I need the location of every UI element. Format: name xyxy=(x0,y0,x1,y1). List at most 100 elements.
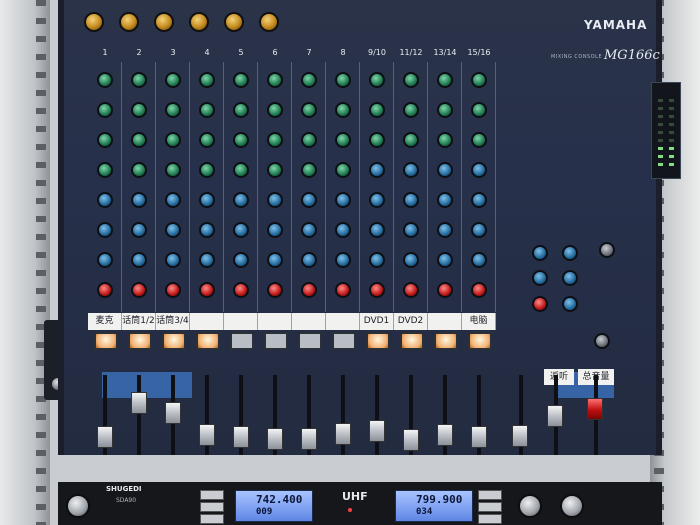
aux-knob[interactable] xyxy=(301,252,317,268)
power-knob[interactable] xyxy=(560,494,584,518)
eq-knob[interactable] xyxy=(267,132,283,148)
eq-knob[interactable] xyxy=(403,72,419,88)
aux-knob[interactable] xyxy=(437,222,453,238)
receiver-button[interactable] xyxy=(478,514,502,524)
eq-knob[interactable] xyxy=(403,132,419,148)
eq-knob[interactable] xyxy=(301,102,317,118)
aux-knob[interactable] xyxy=(369,222,385,238)
eq-knob[interactable] xyxy=(301,72,317,88)
return-knob[interactable] xyxy=(532,245,548,261)
channel-fader[interactable] xyxy=(131,391,147,414)
pan-knob[interactable] xyxy=(301,282,317,298)
aux-knob[interactable] xyxy=(233,222,249,238)
eq-knob[interactable] xyxy=(267,102,283,118)
pan-knob[interactable] xyxy=(199,282,215,298)
eq-knob[interactable] xyxy=(437,102,453,118)
aux-knob[interactable] xyxy=(199,192,215,208)
aux-knob[interactable] xyxy=(437,252,453,268)
channel-fader[interactable] xyxy=(335,423,351,445)
aux-knob[interactable] xyxy=(369,192,385,208)
aux-knob[interactable] xyxy=(165,192,181,208)
top-knob[interactable] xyxy=(224,12,244,32)
receiver-button[interactable] xyxy=(200,502,224,512)
eq-knob[interactable] xyxy=(233,162,249,178)
channel-fader[interactable] xyxy=(199,424,215,447)
aux-knob[interactable] xyxy=(335,192,351,208)
aux-knob[interactable] xyxy=(165,252,181,268)
receiver-button[interactable] xyxy=(200,490,224,500)
pan-knob[interactable] xyxy=(369,282,385,298)
group-fader[interactable] xyxy=(512,425,528,447)
volume-knob[interactable] xyxy=(518,494,542,518)
group-fader[interactable] xyxy=(547,405,563,427)
aux-knob[interactable] xyxy=(131,252,147,268)
eq-knob[interactable] xyxy=(131,162,147,178)
aux-knob[interactable] xyxy=(403,252,419,268)
top-knob[interactable] xyxy=(154,12,174,32)
eq-knob[interactable] xyxy=(335,162,351,178)
aux-knob[interactable] xyxy=(199,252,215,268)
top-knob[interactable] xyxy=(119,12,139,32)
on-button[interactable] xyxy=(162,332,186,350)
aux-knob[interactable] xyxy=(267,252,283,268)
aux-knob[interactable] xyxy=(131,222,147,238)
on-button[interactable] xyxy=(366,332,390,350)
eq-knob[interactable] xyxy=(97,162,113,178)
on-button[interactable] xyxy=(332,332,356,350)
aux-knob[interactable] xyxy=(97,192,113,208)
eq-knob[interactable] xyxy=(369,132,385,148)
channel-fader[interactable] xyxy=(403,429,419,451)
phones-knob[interactable] xyxy=(594,333,610,349)
eq-knob[interactable] xyxy=(199,132,215,148)
pan-knob[interactable] xyxy=(97,282,113,298)
on-button[interactable] xyxy=(264,332,288,350)
channel-fader[interactable] xyxy=(437,424,453,447)
pan-knob[interactable] xyxy=(437,282,453,298)
on-button[interactable] xyxy=(468,332,492,350)
on-button[interactable] xyxy=(196,332,220,350)
aux-knob[interactable] xyxy=(267,192,283,208)
aux-knob[interactable] xyxy=(471,222,487,238)
eq-knob[interactable] xyxy=(335,102,351,118)
aux-knob[interactable] xyxy=(301,222,317,238)
aux-knob[interactable] xyxy=(233,252,249,268)
eq-knob[interactable] xyxy=(471,72,487,88)
top-knob[interactable] xyxy=(189,12,209,32)
eq-knob[interactable] xyxy=(301,132,317,148)
master-fader[interactable] xyxy=(587,398,603,420)
pan-knob[interactable] xyxy=(165,282,181,298)
aux-knob[interactable] xyxy=(471,192,487,208)
aux-knob[interactable] xyxy=(335,252,351,268)
volume-knob[interactable] xyxy=(66,494,90,518)
eq-knob[interactable] xyxy=(165,132,181,148)
aux-knob[interactable] xyxy=(403,162,419,178)
aux-knob[interactable] xyxy=(403,222,419,238)
channel-fader[interactable] xyxy=(267,427,283,450)
eq-knob[interactable] xyxy=(97,132,113,148)
aux-knob[interactable] xyxy=(267,222,283,238)
top-knob[interactable] xyxy=(84,12,104,32)
aux-knob[interactable] xyxy=(335,222,351,238)
aux-knob[interactable] xyxy=(471,252,487,268)
send-knob[interactable] xyxy=(562,296,578,312)
on-button[interactable] xyxy=(230,332,254,350)
eq-knob[interactable] xyxy=(199,162,215,178)
eq-knob[interactable] xyxy=(369,102,385,118)
aux-knob[interactable] xyxy=(131,192,147,208)
on-button[interactable] xyxy=(434,332,458,350)
aux-knob[interactable] xyxy=(403,192,419,208)
eq-knob[interactable] xyxy=(335,72,351,88)
send-knob[interactable] xyxy=(562,270,578,286)
eq-knob[interactable] xyxy=(437,132,453,148)
aux-knob[interactable] xyxy=(233,192,249,208)
channel-fader[interactable] xyxy=(233,426,249,448)
receiver-button[interactable] xyxy=(200,514,224,524)
aux-knob[interactable] xyxy=(437,192,453,208)
aux-knob[interactable] xyxy=(97,222,113,238)
eq-knob[interactable] xyxy=(165,72,181,88)
eq-knob[interactable] xyxy=(301,162,317,178)
aux-knob[interactable] xyxy=(369,162,385,178)
return-knob[interactable] xyxy=(532,296,548,312)
aux-knob[interactable] xyxy=(97,252,113,268)
eq-knob[interactable] xyxy=(97,102,113,118)
